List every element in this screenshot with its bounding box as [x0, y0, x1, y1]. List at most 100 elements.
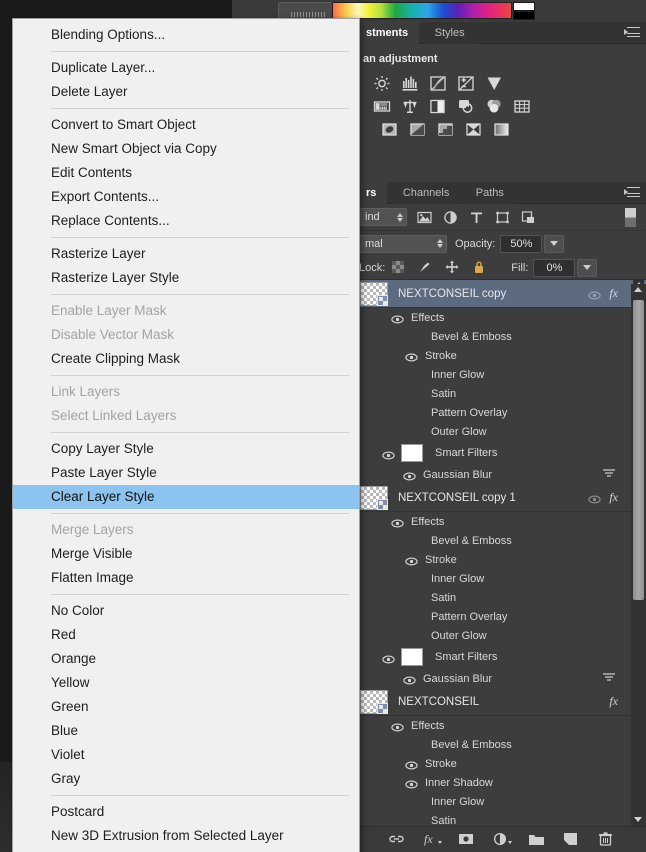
effect-row[interactable]: Bevel & Emboss [355, 531, 646, 550]
effect-row[interactable]: Inner Shadow [355, 773, 646, 792]
type-layer-filter-icon[interactable] [469, 210, 484, 225]
scroll-down-arrow-icon[interactable] [634, 817, 642, 822]
vibrance-icon[interactable] [485, 75, 505, 92]
new-fill-adjustment-layer-icon[interactable] [493, 832, 512, 848]
eye-icon[interactable] [405, 554, 418, 566]
filter-blending-options-icon[interactable] [602, 466, 616, 484]
eye-icon[interactable] [391, 312, 404, 324]
layers-panel-menu-icon[interactable] [624, 187, 640, 199]
background-swatch[interactable] [513, 11, 535, 20]
layer-row[interactable]: NEXTCONSEIL copy 1 fx [355, 484, 646, 512]
eye-icon[interactable] [405, 758, 418, 770]
new-group-icon[interactable] [528, 832, 544, 848]
effects-group-row[interactable]: Effects [355, 512, 646, 531]
effect-row[interactable]: Stroke [355, 550, 646, 569]
layer-fx-badge[interactable]: fx [609, 490, 618, 505]
color-lookup-icon[interactable] [513, 98, 533, 115]
menu-item[interactable]: Duplicate Layer... [13, 56, 359, 80]
eye-icon[interactable] [588, 288, 601, 300]
tab-styles[interactable]: Styles [423, 22, 476, 44]
menu-item[interactable]: Edit Contents [13, 161, 359, 185]
tab-paths[interactable]: Paths [464, 182, 515, 204]
layer-row[interactable]: NEXTCONSEIL fx [355, 688, 646, 716]
adjustment-layer-filter-icon[interactable] [443, 210, 458, 225]
layer-row[interactable]: NEXTCONSEIL copy fx [355, 280, 646, 308]
menu-item[interactable]: Clear Layer Style [13, 485, 359, 509]
tab-adjustments[interactable]: stments [355, 22, 420, 44]
eye-icon[interactable] [588, 492, 601, 504]
menu-item[interactable]: New Smart Object via Copy [13, 137, 359, 161]
menu-item[interactable]: Replace Contents... [13, 209, 359, 233]
layer-thumbnail[interactable] [360, 281, 388, 306]
menu-item[interactable]: Gray [13, 767, 359, 791]
effects-group-row[interactable]: Effects [355, 716, 646, 735]
adjustments-panel-menu-icon[interactable] [624, 27, 640, 39]
smart-filter-row[interactable]: Gaussian Blur [355, 465, 646, 484]
gradient-map-icon[interactable] [493, 121, 513, 138]
foreground-swatch[interactable] [513, 2, 535, 11]
menu-item[interactable]: Rasterize Layer Style [13, 266, 359, 290]
exposure-icon[interactable] [457, 75, 477, 92]
color-ramp[interactable] [332, 2, 512, 19]
layer-fx-badge[interactable]: fx [609, 286, 618, 301]
eye-icon[interactable] [405, 350, 418, 362]
opacity-value[interactable]: 50% [500, 234, 543, 253]
effect-row[interactable]: Inner Glow [355, 792, 646, 811]
menu-item[interactable]: Delete Layer [13, 80, 359, 104]
effect-row[interactable]: Pattern Overlay [355, 403, 646, 422]
menu-item[interactable]: Flatten Image [13, 566, 359, 590]
posterize-icon[interactable] [409, 121, 429, 138]
effect-row[interactable]: Outer Glow [355, 626, 646, 645]
eye-icon[interactable] [403, 469, 416, 481]
invert-icon[interactable] [381, 121, 401, 138]
color-balance-icon[interactable] [401, 98, 421, 115]
shape-layer-filter-icon[interactable] [495, 210, 510, 225]
tab-channels[interactable]: Channels [391, 182, 461, 204]
menu-item[interactable]: No Color [13, 599, 359, 623]
fill-stepper[interactable] [577, 258, 598, 277]
menu-item[interactable]: Paste Layer Style [13, 461, 359, 485]
effects-group-row[interactable]: Effects [355, 308, 646, 327]
menu-item[interactable]: Orange [13, 647, 359, 671]
smart-object-filter-icon[interactable] [521, 210, 536, 225]
menu-item[interactable]: Postcard [13, 800, 359, 824]
layer-fx-badge[interactable]: fx [609, 694, 618, 709]
link-layers-icon[interactable] [388, 832, 404, 848]
effect-row[interactable]: Pattern Overlay [355, 607, 646, 626]
smart-filters-row[interactable]: Smart Filters [355, 441, 646, 465]
pixel-layer-filter-icon[interactable] [417, 210, 432, 225]
menu-item[interactable]: Blending Options... [13, 23, 359, 47]
channel-mixer-icon[interactable] [485, 98, 505, 115]
effect-row[interactable]: Bevel & Emboss [355, 735, 646, 754]
eye-icon[interactable] [382, 652, 395, 663]
blend-mode-select[interactable]: mal [359, 234, 447, 253]
menu-item[interactable]: New 3D Extrusion from Selected Layer [13, 824, 359, 848]
filter-blending-options-icon[interactable] [602, 670, 616, 688]
eye-icon[interactable] [391, 720, 404, 732]
levels-icon[interactable] [401, 75, 421, 92]
menu-item[interactable]: Export Contents... [13, 185, 359, 209]
menu-item[interactable]: Copy Layer Style [13, 437, 359, 461]
smart-filter-row[interactable]: Gaussian Blur [355, 669, 646, 688]
menu-item[interactable]: Convert to Smart Object [13, 113, 359, 137]
effect-row[interactable]: Inner Glow [355, 569, 646, 588]
filter-enable-toggle[interactable] [625, 207, 636, 227]
menu-item[interactable]: Red [13, 623, 359, 647]
scroll-thumb[interactable] [633, 300, 644, 600]
menu-item[interactable]: Rasterize Layer [13, 242, 359, 266]
layer-thumbnail[interactable] [360, 485, 388, 510]
effect-row[interactable]: Stroke [355, 346, 646, 365]
effect-row[interactable]: Stroke [355, 754, 646, 773]
effect-row[interactable]: Satin [355, 384, 646, 403]
photo-filter-icon[interactable] [457, 98, 477, 115]
delete-layer-icon[interactable] [598, 831, 614, 848]
eye-icon[interactable] [391, 516, 404, 528]
effect-row[interactable]: Inner Glow [355, 365, 646, 384]
smart-filters-row[interactable]: Smart Filters [355, 645, 646, 669]
scroll-up-arrow-icon[interactable] [634, 287, 642, 292]
layer-thumbnail[interactable] [360, 689, 388, 714]
eye-icon[interactable] [405, 777, 418, 789]
threshold-icon[interactable] [437, 121, 457, 138]
hue-saturation-icon[interactable] [373, 98, 393, 115]
opacity-stepper[interactable] [544, 234, 565, 253]
